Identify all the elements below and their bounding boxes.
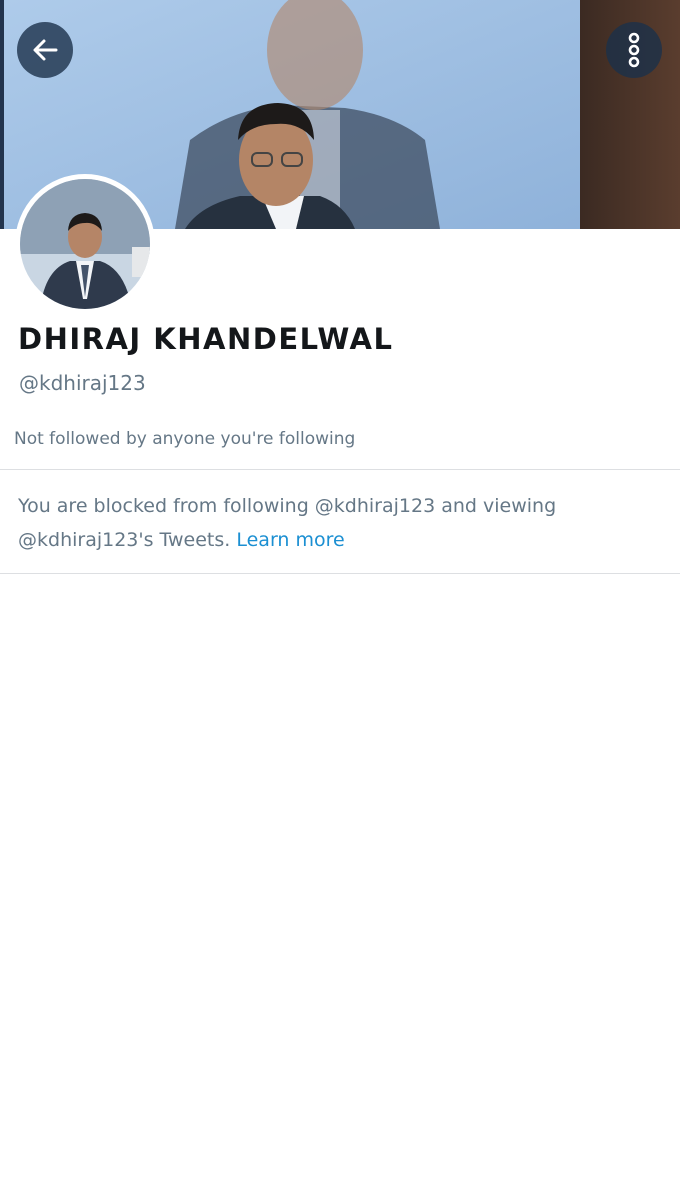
arrow-left-icon — [33, 39, 58, 61]
more-vertical-icon — [628, 32, 640, 68]
followers-you-know-text: Not followed by anyone you're following — [14, 429, 356, 449]
avatar[interactable] — [15, 174, 155, 314]
display-name: DHIRAJ KHANDELWAL — [18, 322, 394, 356]
blocked-notice: You are blocked from following @kdhiraj1… — [18, 489, 618, 557]
learn-more-link[interactable]: Learn more — [236, 529, 344, 551]
profile-handle: @kdhiraj123 — [19, 371, 146, 395]
profile-screen: DHIRAJ KHANDELWAL @kdhiraj123 Not follow… — [0, 0, 680, 1200]
divider — [0, 469, 680, 470]
back-button[interactable] — [17, 22, 73, 78]
more-options-button[interactable] — [606, 22, 662, 78]
divider — [0, 573, 680, 574]
